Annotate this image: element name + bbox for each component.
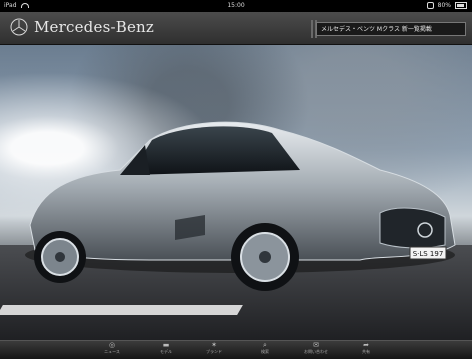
search-icon: ⌕	[263, 341, 267, 349]
battery-icon	[455, 2, 467, 9]
bottom-tab-bar: ◎ ニュース ▬ モデル ✶ ブランド ⌕ 検索 ✉ お問い合わせ ➦ 共有	[0, 340, 472, 359]
tab-label: ニュース	[104, 349, 120, 354]
tab-search[interactable]: ⌕ 検索	[237, 342, 293, 358]
status-bar: iPad 15:00 80%	[0, 0, 472, 12]
tab-label: ブランド	[206, 349, 222, 354]
hero-image: S·LS 197	[0, 45, 472, 340]
tab-contact[interactable]: ✉ お問い合わせ	[288, 342, 344, 358]
app-header: Mercedes-Benz メルセデス・ベンツ Mクラス 新一覧掲載	[0, 12, 472, 45]
tab-label: 検索	[261, 349, 269, 354]
mercedes-star-icon: ✶	[211, 341, 217, 349]
globe-icon: ◎	[108, 341, 116, 349]
car-illustration: S·LS 197	[25, 121, 456, 291]
rotation-lock-icon	[426, 2, 434, 9]
mercedes-star-logo	[10, 18, 28, 36]
clock: 15:00	[227, 2, 245, 9]
license-plate-text: S·LS 197	[413, 250, 444, 258]
brand[interactable]: Mercedes-Benz	[10, 18, 154, 36]
tab-label: 共有	[362, 349, 370, 354]
tab-label: お問い合わせ	[304, 349, 328, 354]
header-divider	[311, 20, 313, 38]
tab-news[interactable]: ◎ ニュース	[84, 342, 140, 358]
mail-icon: ✉	[313, 341, 319, 349]
share-icon: ➦	[363, 341, 369, 349]
tab-share[interactable]: ➦ 共有	[338, 342, 394, 358]
car-icon: ▬	[162, 341, 170, 349]
battery-percent: 80%	[437, 2, 451, 9]
tab-brand[interactable]: ✶ ブランド	[186, 342, 242, 358]
brand-name: Mercedes-Benz	[34, 18, 154, 36]
search-field[interactable]: メルセデス・ベンツ Mクラス 新一覧掲載	[316, 22, 466, 36]
